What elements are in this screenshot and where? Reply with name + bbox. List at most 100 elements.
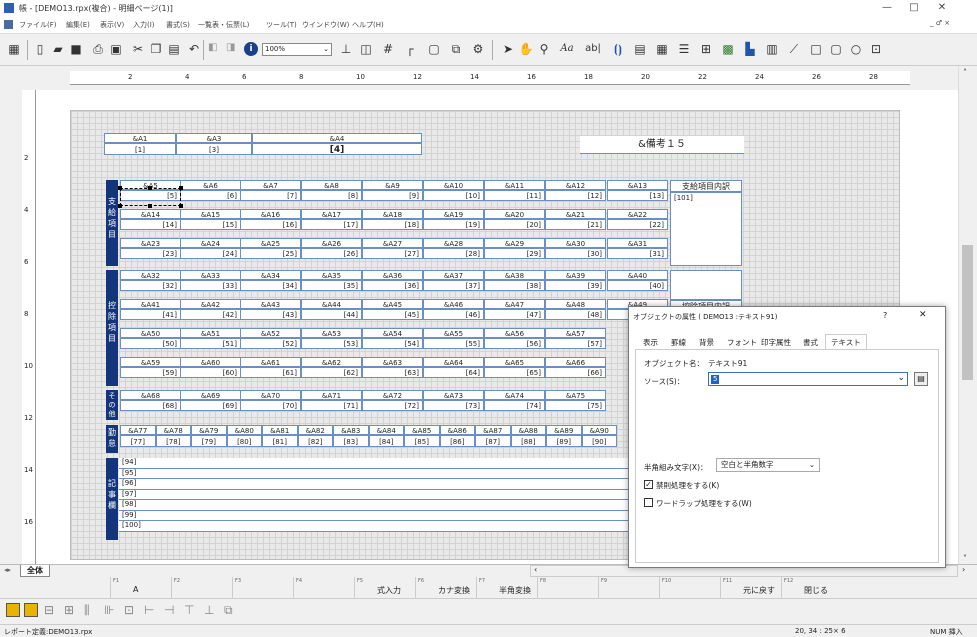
fkey-f9[interactable]: F9 [598, 577, 659, 599]
pay-item-field[interactable]: [22] [607, 219, 668, 230]
pay-item-label[interactable]: &A14 [120, 209, 181, 219]
list-tool-icon[interactable]: ☰ [676, 41, 692, 57]
deduct-item-field[interactable]: [53] [301, 338, 362, 349]
menu-input[interactable]: 入力(I) [133, 20, 155, 30]
fkey-f4[interactable]: F4 [293, 577, 354, 599]
report-icon[interactable]: ▦ [6, 41, 22, 57]
attend-field[interactable]: [77] [120, 435, 156, 447]
deduct-item-field[interactable]: [61] [240, 367, 301, 378]
deduct-item-label[interactable]: &A63 [362, 357, 423, 367]
fkey-f7[interactable]: F7 半角変換 [476, 577, 537, 599]
deduct-item-field[interactable]: [32] [120, 280, 181, 291]
close-button[interactable]: ✕ [930, 0, 954, 16]
dialog-close-button[interactable]: ✕ [919, 310, 927, 320]
field-tool-icon[interactable]: ⦗⦘ [610, 41, 626, 57]
same-height-icon[interactable]: ⊢ [144, 603, 154, 617]
pay-item-label[interactable]: &A7 [240, 180, 301, 190]
zoom-icon[interactable]: ⚲ [536, 41, 552, 57]
header-field-1[interactable]: [1] [104, 143, 176, 155]
tab-background[interactable]: 背景 [699, 337, 714, 348]
pay-item-label[interactable]: &A15 [180, 209, 241, 219]
barcode-tool-icon[interactable]: ▥ [764, 41, 780, 57]
pay-item-field[interactable]: [14] [120, 219, 181, 230]
attend-field[interactable]: [83] [333, 435, 369, 447]
attend-label[interactable]: &A79 [191, 425, 227, 435]
page-prev-icon[interactable]: ◧ [208, 42, 220, 56]
deduct-item-label[interactable]: &A38 [484, 270, 545, 280]
pointer-icon[interactable]: ➤ [500, 41, 516, 57]
scroll-left-icon[interactable]: ‹ [534, 565, 537, 574]
attend-field[interactable]: [81] [262, 435, 298, 447]
pay-item-field[interactable]: [13] [607, 190, 668, 201]
deduct-item-field[interactable]: [43] [240, 309, 301, 320]
fkey-f3[interactable]: F3 [232, 577, 293, 599]
ellipse-tool-icon[interactable]: ○ [848, 41, 864, 57]
chart-tool-icon[interactable]: ▙ [742, 41, 758, 57]
menu-edit[interactable]: 編集(E) [66, 20, 90, 30]
header-label-a1[interactable]: &A1 [104, 133, 176, 143]
distribute-h-icon[interactable]: ⫼ [84, 603, 90, 618]
attend-field[interactable]: [89] [546, 435, 582, 447]
pay-item-field[interactable]: [31] [607, 248, 668, 259]
deduct-item-field[interactable]: [64] [423, 367, 484, 378]
matrix-tool-icon[interactable]: ⊞ [698, 41, 714, 57]
deduct-item-field[interactable]: [41] [120, 309, 181, 320]
info-icon[interactable]: i [244, 42, 258, 56]
resize-handle[interactable] [118, 186, 122, 190]
attend-label[interactable]: &A88 [510, 425, 546, 435]
resize-handle[interactable] [148, 186, 152, 190]
attend-field[interactable]: [88] [510, 435, 546, 447]
other-item-label[interactable]: &A73 [423, 390, 484, 400]
tab-all[interactable]: 全体 [20, 565, 50, 577]
group-icon[interactable]: ⧉ [224, 603, 233, 618]
attend-label[interactable]: &A87 [475, 425, 511, 435]
pay-item-field[interactable]: [15] [180, 219, 241, 230]
attend-label[interactable]: &A82 [297, 425, 333, 435]
other-item-label[interactable]: &A75 [545, 390, 606, 400]
deduct-item-label[interactable]: &A34 [240, 270, 301, 280]
deduct-item-field[interactable]: [35] [301, 280, 362, 291]
menu-list[interactable]: 一覧表・伝票(L) [198, 20, 249, 30]
pay-item-label[interactable]: &A16 [240, 209, 301, 219]
deduct-item-label[interactable]: &A37 [423, 270, 484, 280]
other-item-label[interactable]: &A68 [120, 390, 181, 400]
deduct-item-field[interactable]: [48] [545, 309, 606, 320]
attend-label[interactable]: &A83 [333, 425, 369, 435]
copy-format-icon[interactable]: ⧉ [448, 41, 464, 57]
attend-field[interactable]: [80] [226, 435, 262, 447]
other-item-label[interactable]: &A74 [484, 390, 545, 400]
other-item-label[interactable]: &A70 [240, 390, 301, 400]
tab-nav-icon[interactable]: ◂▸ [4, 566, 11, 574]
preview-icon[interactable]: ▣ [108, 41, 124, 57]
scroll-up-icon[interactable]: ˄ [963, 68, 967, 77]
save-icon[interactable]: ■ [68, 41, 84, 57]
header-label-a3[interactable]: &A3 [176, 133, 252, 143]
pay-item-label[interactable]: &A30 [545, 238, 606, 248]
new-icon[interactable]: ▯ [32, 41, 48, 57]
deduct-item-label[interactable]: &A48 [545, 299, 606, 309]
deduct-detail-box[interactable] [670, 270, 742, 300]
kinsoku-checkbox[interactable]: ✓ [644, 480, 653, 489]
pay-item-label[interactable]: &A26 [301, 238, 362, 248]
pay-item-label[interactable]: &A11 [484, 180, 545, 190]
other-item-label[interactable]: &A72 [362, 390, 423, 400]
deduct-item-label[interactable]: &A59 [120, 357, 181, 367]
attend-label[interactable]: &A84 [368, 425, 404, 435]
deduct-item-label[interactable]: &A36 [362, 270, 423, 280]
deduct-item-field[interactable]: [47] [484, 309, 545, 320]
deduct-item-field[interactable]: [65] [484, 367, 545, 378]
deduct-item-field[interactable]: [59] [120, 367, 181, 378]
menu-tools[interactable]: ツール(T) [266, 20, 297, 30]
deduct-item-label[interactable]: &A44 [301, 299, 362, 309]
pay-item-field[interactable]: [12] [545, 190, 606, 201]
menu-format[interactable]: 書式(S) [166, 20, 190, 30]
deduct-item-label[interactable]: &A65 [484, 357, 545, 367]
tab-font[interactable]: フォント [727, 337, 757, 348]
deduct-item-field[interactable]: [56] [484, 338, 545, 349]
maximize-button[interactable]: □ [902, 0, 926, 16]
deduct-item-label[interactable]: &A52 [240, 328, 301, 338]
pay-item-label[interactable]: &A28 [423, 238, 484, 248]
tab-border[interactable]: 罫線 [671, 337, 686, 348]
pay-item-label[interactable]: &A19 [423, 209, 484, 219]
pay-item-field[interactable]: [8] [301, 190, 362, 201]
